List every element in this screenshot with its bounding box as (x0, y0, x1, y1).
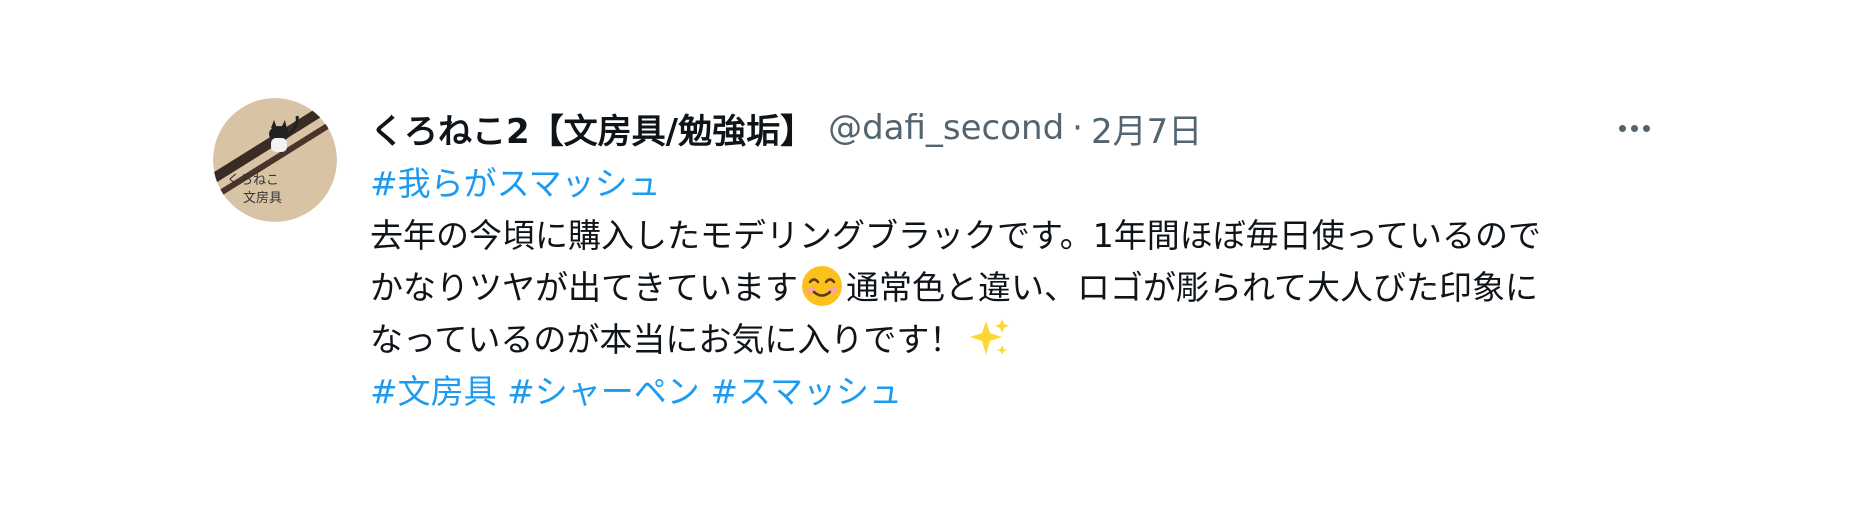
hashtag-link[interactable]: #我らがスマッシュ (370, 164, 661, 203)
tweet-text-segment: なっているのが本当にお気に入りです！ (370, 320, 963, 359)
tweet-text-line-3: なっているのが本当にお気に入りです！ (370, 314, 1650, 366)
tweet-hashtags-bottom: #文房具 #シャーペン #スマッシュ (370, 366, 1650, 418)
avatar-text-2: 文房具 (243, 190, 282, 206)
hashtag-link[interactable]: #シャーペン (507, 372, 700, 411)
sparkles-icon (966, 315, 1012, 361)
user-handle[interactable]: @dafi_second (828, 108, 1064, 148)
tweet-text-hashtag-line: #我らがスマッシュ (370, 158, 1650, 210)
tweet-text-segment: 通常色と違い、ロゴが彫られて大人びた印象に (846, 268, 1539, 307)
avatar-text-1: くろねこ (227, 173, 279, 188)
tweet-text-line-2: かなりツヤが出てきています 通常色と違い、ロゴが彫られて大人びた印象に (370, 262, 1650, 314)
more-options-icon[interactable] (1610, 112, 1658, 144)
hashtag-link[interactable]: #スマッシュ (710, 372, 902, 411)
hashtag-link[interactable]: #文房具 (370, 372, 497, 411)
separator-dot: · (1072, 108, 1083, 148)
tweet-body: くろねこ2【文房具/勉強垢】 @dafi_second · 2月7日 #我らがス… (370, 98, 1650, 418)
smiling-face-icon (800, 264, 844, 308)
tweet-header: くろねこ2【文房具/勉強垢】 @dafi_second · 2月7日 (370, 98, 1650, 158)
avatar[interactable]: くろねこ 文房具 (213, 98, 337, 222)
post-date[interactable]: 2月7日 (1091, 104, 1202, 153)
display-name[interactable]: くろねこ2【文房具/勉強垢】 (370, 104, 814, 153)
tweet-text-segment: かなりツヤが出てきています (370, 268, 799, 307)
tweet-text-line-1: 去年の今頃に購入したモデリングブラックです。1年間ほぼ毎日使っているので (370, 216, 1542, 255)
avatar-image: くろねこ 文房具 (213, 98, 337, 222)
